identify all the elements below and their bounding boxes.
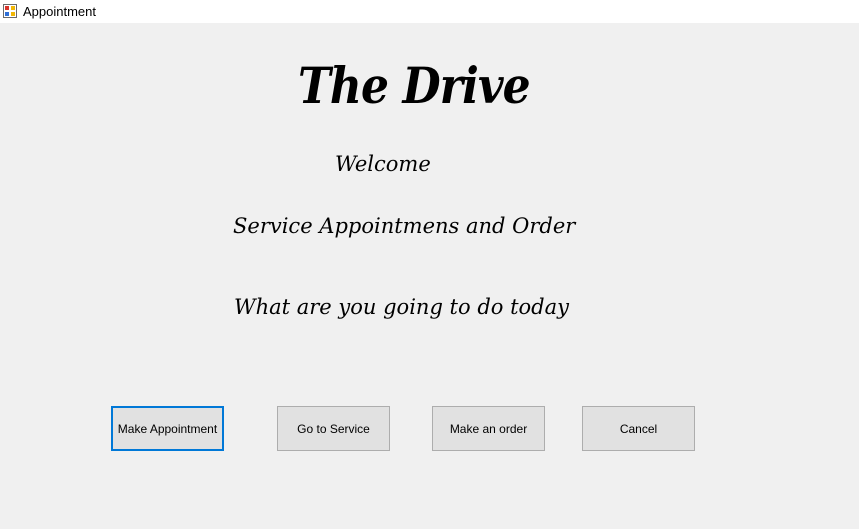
cancel-button[interactable]: Cancel bbox=[582, 406, 695, 451]
title-bar[interactable]: Appointment bbox=[0, 0, 859, 23]
window-title: Appointment bbox=[23, 4, 96, 19]
question-label: What are you going to do today bbox=[234, 295, 569, 319]
subtitle-label: Service Appointmens and Order bbox=[233, 214, 576, 238]
brand-title: The Drive bbox=[298, 56, 531, 115]
app-icon bbox=[3, 4, 17, 18]
form-client-area: The Drive Welcome Service Appointmens an… bbox=[0, 23, 859, 529]
make-order-button[interactable]: Make an order bbox=[432, 406, 545, 451]
welcome-label: Welcome bbox=[335, 152, 431, 176]
make-appointment-button[interactable]: Make Appointment bbox=[111, 406, 224, 451]
go-to-service-button[interactable]: Go to Service bbox=[277, 406, 390, 451]
